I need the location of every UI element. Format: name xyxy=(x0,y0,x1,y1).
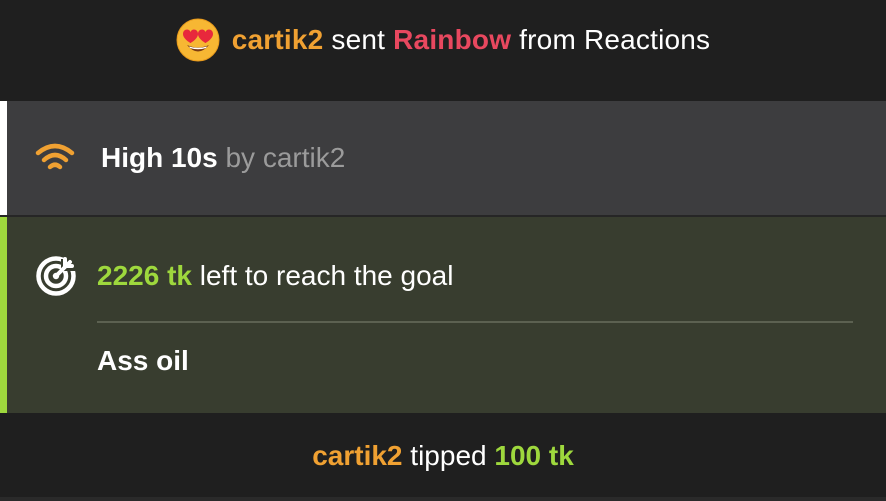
reaction-username[interactable]: cartik2 xyxy=(232,24,324,56)
goal-remaining-amount: 2226 tk xyxy=(97,260,192,291)
tip-amount: 100 tk xyxy=(494,439,574,471)
reaction-gift-name: Rainbow xyxy=(393,23,512,55)
reaction-sent-text: sent xyxy=(323,23,394,55)
goal-name: Ass oil xyxy=(97,345,189,376)
target-icon xyxy=(36,256,76,296)
tip-username[interactable]: cartik2 xyxy=(312,440,402,472)
goal-progress-line: 2226 tk left to reach the goal xyxy=(35,255,453,297)
wifi-signal-icon xyxy=(35,143,75,170)
high-tips-title: High 10s xyxy=(101,142,218,173)
goal-remaining-text: left to reach the goal xyxy=(191,260,454,291)
goal-panel: 2226 tk left to reach the goal Ass oil xyxy=(0,217,886,413)
heart-eyes-emoji-icon xyxy=(176,18,220,61)
bottom-border xyxy=(0,497,886,501)
tip-notification: cartik2 tipped 100 tk xyxy=(0,413,886,501)
reaction-notification: cartik2 sent Rainbow from Reactions xyxy=(0,0,886,101)
goal-divider xyxy=(97,321,853,323)
reaction-source-text: from Reactions xyxy=(511,23,711,55)
tip-action-text: tipped xyxy=(402,439,495,471)
high-tips-row: High 10s by cartik2 xyxy=(0,101,886,215)
high-tips-by-text: by cartik2 xyxy=(217,142,346,173)
